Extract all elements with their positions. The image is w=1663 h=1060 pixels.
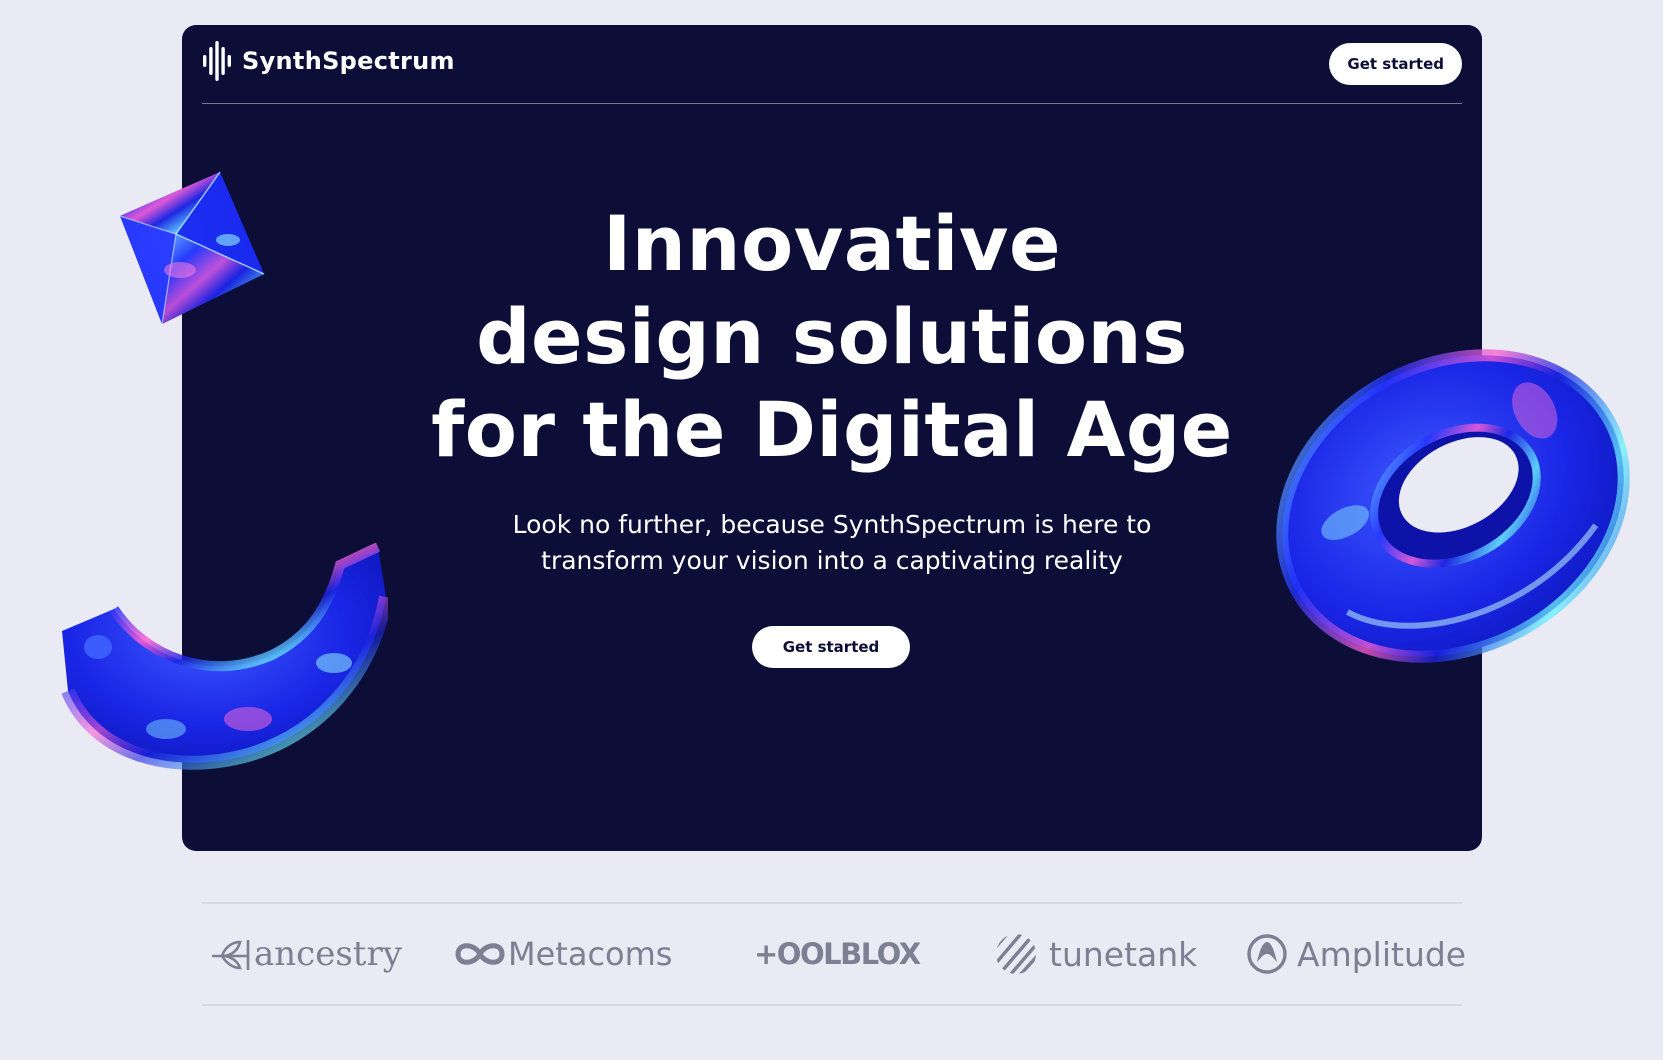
brand-name: SynthSpectrum — [242, 47, 455, 75]
partner-name: Metacoms — [508, 935, 673, 973]
nav-get-started-button[interactable]: Get started — [1329, 43, 1462, 85]
glass-octahedron-shape — [119, 171, 265, 325]
glass-arc-shape — [61, 543, 388, 770]
partner-logo-tunetank[interactable]: tunetank — [995, 904, 1197, 1004]
brand-logo[interactable]: SynthSpectrum — [202, 41, 455, 81]
partner-logo-ancestry[interactable]: ancestry — [210, 904, 402, 1004]
partner-logo-toolblox[interactable]: +OOLBLOX — [754, 904, 921, 1004]
striped-circle-icon — [996, 934, 1036, 974]
top-nav: SynthSpectrum Get started — [202, 25, 1462, 104]
headline-line: Innovative — [603, 199, 1061, 288]
partner-name: +OOLBLOX — [754, 937, 921, 971]
partner-name: ancestry — [254, 934, 402, 974]
partner-logos-strip: ancestry Metacoms +OOLBLOX tunetank Ampl… — [202, 902, 1466, 1006]
partner-logo-amplitude[interactable]: Amplitude — [1247, 904, 1466, 1004]
leaf-icon — [212, 940, 250, 970]
partner-name: Amplitude — [1297, 934, 1467, 974]
sound-bars-icon — [203, 41, 231, 81]
hero-get-started-button[interactable]: Get started — [752, 626, 910, 668]
glass-torus-shape — [1276, 349, 1630, 663]
infinity-icon — [455, 943, 505, 965]
partner-logo-metacoms[interactable]: Metacoms — [454, 904, 672, 1004]
amplitude-icon — [1247, 934, 1287, 974]
partner-name: tunetank — [1049, 934, 1198, 974]
